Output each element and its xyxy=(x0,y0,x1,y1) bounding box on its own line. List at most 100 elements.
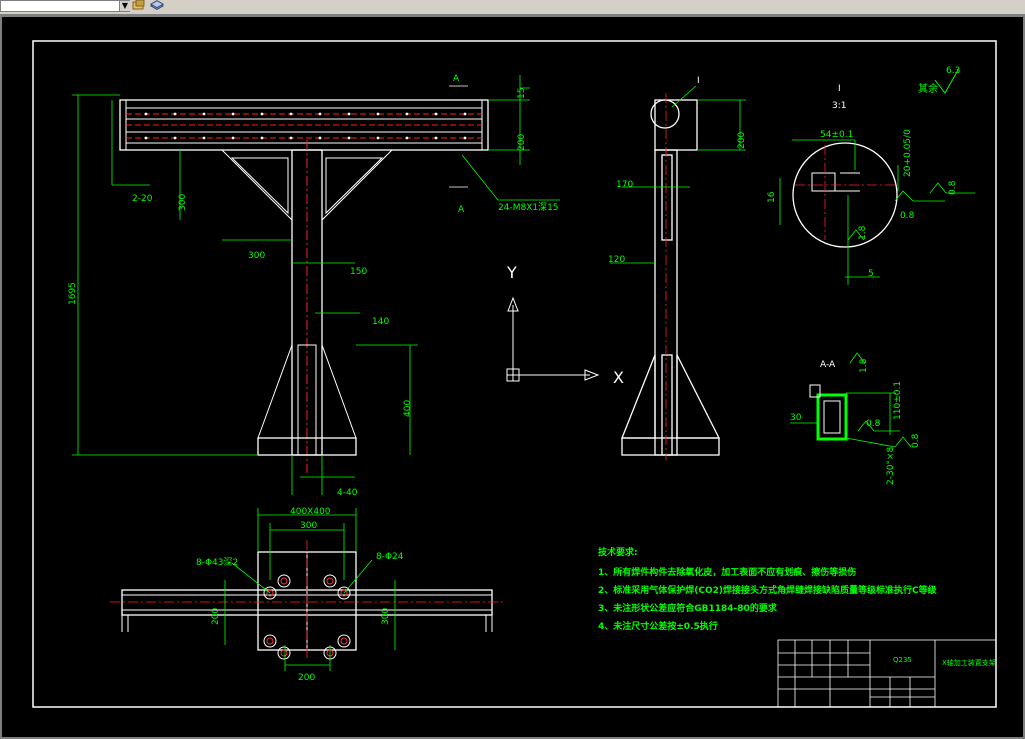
plate-bolt-hole xyxy=(280,577,288,585)
plate-bolt-hole xyxy=(266,637,274,645)
dim-plan-200-vertical: 200 xyxy=(211,608,221,625)
dim-brace-height: 300 xyxy=(178,194,188,211)
callout-bolt-holes: 8-Φ24 xyxy=(376,552,404,562)
dim-side-170: 170 xyxy=(616,180,633,190)
plate-bolt-hole xyxy=(277,646,291,660)
beam-hole xyxy=(318,112,322,116)
beam-hole xyxy=(260,136,264,140)
plate-bolt-hole xyxy=(277,574,291,588)
dim-plan-300-vertical: 300 xyxy=(381,608,391,625)
roughness-detail-1: 0.8 xyxy=(900,211,915,221)
beam-hole xyxy=(318,136,322,140)
dim-section-30: 30 xyxy=(790,413,802,423)
roughness-detail-2: 0.8 xyxy=(948,180,958,195)
cad-drawing: A A 15 200 300 2-20 300 150 140 400 4-40… xyxy=(32,40,997,708)
dim-plan-300: 300 xyxy=(300,521,317,531)
dim-base-holes: 4-40 xyxy=(337,488,358,498)
beam-hole xyxy=(289,112,293,116)
dim-brace-width: 300 xyxy=(248,251,265,261)
beam-hole xyxy=(144,112,148,116)
plate-bolt-hole xyxy=(263,634,277,648)
title-block xyxy=(777,639,997,708)
dim-detail-16: 16 xyxy=(767,191,777,203)
dim-section-110: 110±0.1 xyxy=(893,381,903,420)
roughness-section-1: 1.8 xyxy=(859,358,869,373)
section-mark-a-top: A xyxy=(453,74,460,84)
callout-counterbore: 8-Φ43深2 xyxy=(196,557,238,568)
beam-hole xyxy=(405,112,409,116)
surface-finish-rest: 其余 6.3 xyxy=(918,66,960,95)
beam-hole xyxy=(463,112,467,116)
layer-tools-icon[interactable] xyxy=(150,0,164,11)
dim-overall-height: 1695 xyxy=(68,282,78,305)
detail-i-view xyxy=(792,142,898,248)
side-view xyxy=(621,93,721,460)
beam-hole xyxy=(376,136,380,140)
ucs-x-label: X xyxy=(613,368,624,387)
beam-hole xyxy=(347,112,351,116)
tech-item: 4、未注尺寸公差按±0.5执行 xyxy=(598,620,718,632)
surface-finish-label: 其余 xyxy=(918,82,938,95)
dim-side-120: 120 xyxy=(608,255,625,265)
toolbar: ▼ xyxy=(0,0,1025,15)
plate-bolt-hole xyxy=(280,649,288,657)
dim-base-height: 400 xyxy=(403,400,413,417)
beam-hole xyxy=(173,136,177,140)
tech-item: 3、未注形状公差应符合GB1184-80的要求 xyxy=(598,602,778,614)
beam-hole xyxy=(376,112,380,116)
dim-column-plate: 140 xyxy=(372,317,389,327)
ucs-icon xyxy=(506,296,600,382)
front-view xyxy=(119,99,489,473)
technical-requirements: 技术要求: 1、所有焊件构件去除氧化皮，加工表面不应有划痕、擦伤等损伤 2、标准… xyxy=(598,546,938,632)
plate-bolt-hole xyxy=(326,577,334,585)
dim-detail-20: 20+0.05/0 xyxy=(903,129,913,177)
title-block-material: Q235 xyxy=(893,656,912,664)
roughness-detail-3: 1.8 xyxy=(858,225,868,240)
side-view-dimensions xyxy=(610,85,746,264)
beam-hole xyxy=(434,136,438,140)
beam-hole xyxy=(405,136,409,140)
ucs-y-label: Y xyxy=(506,263,517,282)
beam-hole xyxy=(347,136,351,140)
plate-bolt-hole xyxy=(337,634,351,648)
title-block-drawing-name: X轴加工装置支架 xyxy=(942,658,996,667)
drawing-border xyxy=(32,40,997,708)
beam-hole xyxy=(289,136,293,140)
section-mark-a-bottom: A xyxy=(458,205,465,215)
section-aa-view xyxy=(809,384,848,441)
beam-hole xyxy=(173,112,177,116)
beam-hole xyxy=(434,112,438,116)
chevron-down-icon[interactable]: ▼ xyxy=(119,1,130,11)
dim-plan-plate: 400X400 xyxy=(290,507,331,517)
section-aa-title: A-A xyxy=(820,360,836,370)
dim-beam-end-holes: 2-20 xyxy=(132,194,153,204)
tech-item: 1、所有焊件构件去除氧化皮，加工表面不应有划痕、擦伤等损伤 xyxy=(598,566,856,578)
beam-hole xyxy=(463,136,467,140)
dim-column-width: 150 xyxy=(350,267,367,277)
plate-bolt-hole xyxy=(323,574,337,588)
detail-i-title: I xyxy=(838,84,841,94)
dim-section-chamfer: 2-30°×8 xyxy=(886,447,896,485)
detail-i-scale: 3:1 xyxy=(832,101,846,111)
dim-detail-54: 54±0.1 xyxy=(820,130,853,140)
layer-dropdown[interactable]: ▼ xyxy=(0,0,130,12)
detail-i-mark: I xyxy=(697,76,700,86)
thread-callout: 24-M8X1深15 xyxy=(498,202,559,213)
beam-hole xyxy=(144,136,148,140)
plate-bolt-hole xyxy=(340,637,348,645)
detail-i-dimensions xyxy=(779,139,975,285)
roughness-section-2: 0.8 xyxy=(866,419,881,429)
dim-detail-5: 5 xyxy=(868,269,874,279)
dim-beam-lip: 15 xyxy=(517,88,527,99)
beam-hole xyxy=(202,136,206,140)
beam-hole xyxy=(231,136,235,140)
dim-plan-200: 200 xyxy=(298,673,315,683)
beam-hole xyxy=(231,112,235,116)
dim-beam-height: 200 xyxy=(517,134,527,151)
tech-item: 2、标准采用气体保护焊(CO2)焊接接头方式角焊缝焊接缺陷质量等级标准执行C等级 xyxy=(598,584,938,596)
tech-title: 技术要求: xyxy=(598,546,638,558)
plan-view xyxy=(110,540,505,660)
beam-hole xyxy=(260,112,264,116)
beam-hole xyxy=(202,112,206,116)
layer-state-icon[interactable] xyxy=(132,0,146,11)
